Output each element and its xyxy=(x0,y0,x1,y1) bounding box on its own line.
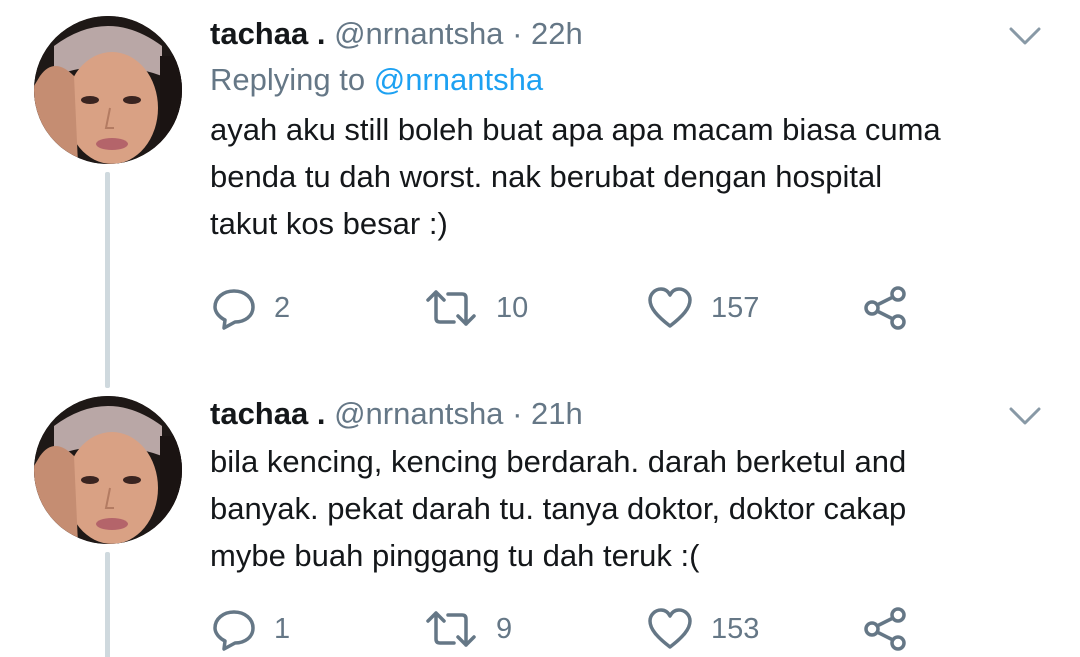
reply-icon xyxy=(212,607,256,651)
user-handle[interactable]: @nrnantsha xyxy=(334,396,503,431)
reply-count: 2 xyxy=(274,291,291,324)
replying-to-label: Replying to xyxy=(210,62,366,97)
share-button[interactable] xyxy=(862,283,908,333)
share-icon xyxy=(862,606,908,652)
retweet-icon xyxy=(424,607,478,651)
thread-line xyxy=(105,552,110,657)
tweet-actions: 1 9 153 xyxy=(212,604,992,654)
like-count: 157 xyxy=(711,291,760,324)
share-button[interactable] xyxy=(862,604,908,654)
avatar[interactable] xyxy=(34,396,182,544)
tweet-text: ayah aku still boleh buat apa apa macam … xyxy=(210,112,941,241)
conversation-thread: tachaa . @nrnantsha · 22h Replying to @n… xyxy=(0,0,1080,657)
retweet-count: 9 xyxy=(496,612,513,645)
timestamp[interactable]: 21h xyxy=(531,396,583,431)
retweet-count: 10 xyxy=(496,291,529,324)
share-icon xyxy=(862,285,908,331)
tweet-content: tachaa . @nrnantsha · 22h Replying to @n… xyxy=(210,14,1050,247)
tweet[interactable]: tachaa . @nrnantsha · 22h Replying to @n… xyxy=(0,0,1080,388)
separator-dot: · xyxy=(512,16,523,51)
replying-to-handle[interactable]: @nrnantsha xyxy=(374,62,543,97)
reply-icon xyxy=(212,286,256,330)
retweet-button[interactable]: 9 xyxy=(424,604,512,654)
timestamp[interactable]: 22h xyxy=(531,16,583,51)
reply-button[interactable]: 1 xyxy=(212,604,290,654)
like-count: 153 xyxy=(711,612,760,645)
thread-line xyxy=(105,172,110,388)
like-button[interactable]: 153 xyxy=(647,604,759,654)
chevron-down-icon[interactable] xyxy=(1008,404,1042,428)
user-handle[interactable]: @nrnantsha xyxy=(334,16,503,51)
reply-button[interactable]: 2 xyxy=(212,283,290,333)
retweet-icon xyxy=(424,286,478,330)
heart-icon xyxy=(647,286,693,330)
tweet-header: tachaa . @nrnantsha · 21h xyxy=(210,394,1050,434)
tweet-actions: 2 10 157 xyxy=(212,283,992,333)
display-name[interactable]: tachaa . xyxy=(210,396,325,431)
tweet-content: tachaa . @nrnantsha · 21h bila kencing, … xyxy=(210,394,1050,579)
like-button[interactable]: 157 xyxy=(647,283,759,333)
replying-to: Replying to @nrnantsha xyxy=(210,60,1050,100)
retweet-button[interactable]: 10 xyxy=(424,283,528,333)
tweet-text: bila kencing, kencing berdarah. darah be… xyxy=(210,444,907,573)
chevron-down-icon[interactable] xyxy=(1008,24,1042,48)
display-name[interactable]: tachaa . xyxy=(210,16,325,51)
tweet[interactable]: tachaa . @nrnantsha · 21h bila kencing, … xyxy=(0,380,1080,657)
heart-icon xyxy=(647,607,693,651)
avatar[interactable] xyxy=(34,16,182,164)
reply-count: 1 xyxy=(274,612,291,645)
tweet-header: tachaa . @nrnantsha · 22h xyxy=(210,14,1050,54)
separator-dot: · xyxy=(512,396,523,431)
